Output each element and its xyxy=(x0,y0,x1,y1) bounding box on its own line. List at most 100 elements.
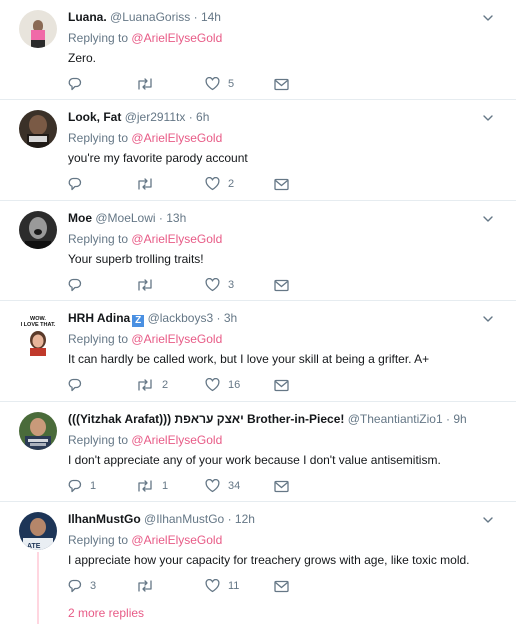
timestamp[interactable]: 12h xyxy=(235,512,255,526)
retweet-button[interactable] xyxy=(136,175,162,193)
timestamp[interactable]: 3h xyxy=(224,311,237,325)
tweet-text: Your superb trolling traits! xyxy=(68,252,204,266)
user-handle[interactable]: @MoeLowi xyxy=(95,211,155,225)
retweet-button[interactable]: 2 xyxy=(136,376,168,394)
display-name[interactable]: HRH Adina xyxy=(68,311,130,325)
tweet[interactable]: Moe @MoeLowi · 13h Replying to @ArielEly… xyxy=(0,201,516,301)
tweet-actions: 2 xyxy=(68,175,318,193)
tweet[interactable]: Luana. @LuanaGoriss · 14h Replying to @A… xyxy=(0,0,516,100)
avatar[interactable]: ATE xyxy=(19,512,57,550)
heart-icon xyxy=(205,278,220,292)
separator: · xyxy=(193,10,198,24)
replying-to-link[interactable]: @ArielElyseGold xyxy=(131,533,222,547)
user-handle[interactable]: @IlhanMustGo xyxy=(144,512,224,526)
avatar[interactable] xyxy=(19,412,57,450)
timestamp[interactable]: 6h xyxy=(196,110,209,124)
timestamp[interactable]: 14h xyxy=(201,10,221,24)
replying-to-link[interactable]: @ArielElyseGold xyxy=(131,332,222,346)
envelope-icon xyxy=(274,480,289,493)
direct-message-button[interactable] xyxy=(274,577,289,595)
avatar[interactable] xyxy=(19,110,57,148)
retweet-button[interactable] xyxy=(136,276,162,294)
reply-button[interactable] xyxy=(68,175,90,193)
reply-button[interactable]: 3 xyxy=(68,577,96,595)
tweet-actions: 1 1 34 xyxy=(68,477,318,495)
chevron-down-icon[interactable] xyxy=(482,112,494,124)
direct-message-button[interactable] xyxy=(274,75,289,93)
direct-message-button[interactable] xyxy=(274,376,289,394)
replying-to-link[interactable]: @ArielElyseGold xyxy=(131,31,222,45)
reply-button[interactable] xyxy=(68,276,90,294)
timestamp[interactable]: 13h xyxy=(166,211,186,225)
display-name[interactable]: Look, Fat xyxy=(68,110,121,124)
like-button[interactable]: 2 xyxy=(205,175,234,193)
tweet-header: IlhanMustGo @IlhanMustGo · 12h xyxy=(68,512,255,527)
heart-icon xyxy=(205,579,220,593)
retweet-count: 2 xyxy=(162,379,169,391)
chevron-down-icon[interactable] xyxy=(482,213,494,225)
display-name[interactable]: IlhanMustGo xyxy=(68,512,141,526)
separator: · xyxy=(227,512,232,526)
avatar[interactable] xyxy=(19,10,57,48)
svg-text:ATE: ATE xyxy=(27,543,41,550)
chevron-down-icon[interactable] xyxy=(482,313,494,325)
replying-to-label: Replying to xyxy=(68,533,129,547)
direct-message-button[interactable] xyxy=(274,175,289,193)
user-handle[interactable]: @lackboys3 xyxy=(148,311,214,325)
user-handle[interactable]: @jer2911tx xyxy=(125,110,186,124)
more-replies-link[interactable]: 2 more replies xyxy=(68,606,144,620)
reply-icon xyxy=(68,177,82,191)
display-name[interactable]: (((Yitzhak Arafat))) יאצק עראפת Brother-… xyxy=(68,412,344,426)
like-button[interactable]: 11 xyxy=(205,577,239,595)
chevron-down-icon[interactable] xyxy=(482,12,494,24)
tweet[interactable]: (((Yitzhak Arafat))) יאצק עראפת Brother-… xyxy=(0,402,516,502)
direct-message-button[interactable] xyxy=(274,276,289,294)
reply-button[interactable] xyxy=(68,376,90,394)
retweet-icon xyxy=(136,278,154,292)
avatar-caption-line2: I LOVE THAT. xyxy=(21,322,56,328)
like-button[interactable]: 5 xyxy=(205,75,234,93)
reply-button[interactable]: 1 xyxy=(68,477,96,495)
separator: · xyxy=(158,211,163,225)
replying-to-link[interactable]: @ArielElyseGold xyxy=(131,232,222,246)
retweet-button[interactable]: 1 xyxy=(136,477,168,495)
avatar[interactable] xyxy=(19,211,57,249)
like-button[interactable]: 34 xyxy=(205,477,240,495)
user-handle[interactable]: @LuanaGoriss xyxy=(110,10,190,24)
tweet-text: It can hardly be called work, but I love… xyxy=(68,352,430,366)
replying-to-label: Replying to xyxy=(68,232,129,246)
display-name[interactable]: Luana. xyxy=(68,10,107,24)
tweet-header: (((Yitzhak Arafat))) יאצק עראפת Brother-… xyxy=(68,412,467,427)
chevron-down-icon[interactable] xyxy=(482,514,494,526)
reply-icon xyxy=(68,77,82,91)
replying-to: Replying to @ArielElyseGold xyxy=(68,31,222,46)
user-handle[interactable]: @TheantiantiZio1 xyxy=(348,412,443,426)
replying-to: Replying to @ArielElyseGold xyxy=(68,332,222,347)
timestamp[interactable]: 9h xyxy=(453,412,466,426)
like-button[interactable]: 16 xyxy=(205,376,240,394)
tweet-actions: 3 xyxy=(68,276,318,294)
direct-message-button[interactable] xyxy=(274,477,289,495)
tweet[interactable]: Look, Fat @jer2911tx · 6h Replying to @A… xyxy=(0,100,516,201)
like-count: 2 xyxy=(228,178,235,190)
tweet-actions: 2 16 xyxy=(68,376,318,394)
separator: · xyxy=(445,412,450,426)
retweet-icon xyxy=(136,177,154,191)
replying-to-link[interactable]: @ArielElyseGold xyxy=(131,131,222,145)
retweet-button[interactable] xyxy=(136,75,162,93)
avatar[interactable]: WOW. I LOVE THAT. xyxy=(19,314,57,356)
reply-button[interactable] xyxy=(68,75,90,93)
separator: · xyxy=(188,110,193,124)
reply-icon xyxy=(68,378,82,392)
heart-icon xyxy=(205,177,220,191)
like-button[interactable]: 3 xyxy=(205,276,234,294)
retweet-button[interactable] xyxy=(136,577,162,595)
retweet-icon xyxy=(136,77,154,91)
display-name[interactable]: Moe xyxy=(68,211,92,225)
thread-connector xyxy=(37,552,39,624)
tweet[interactable]: WOW. I LOVE THAT. HRH Adina Z @lackboys3 … xyxy=(0,301,516,402)
replying-to-link[interactable]: @ArielElyseGold xyxy=(131,433,222,447)
z-badge-icon: Z xyxy=(132,315,145,327)
tweet-header: Luana. @LuanaGoriss · 14h xyxy=(68,10,221,25)
replying-to-label: Replying to xyxy=(68,131,129,145)
